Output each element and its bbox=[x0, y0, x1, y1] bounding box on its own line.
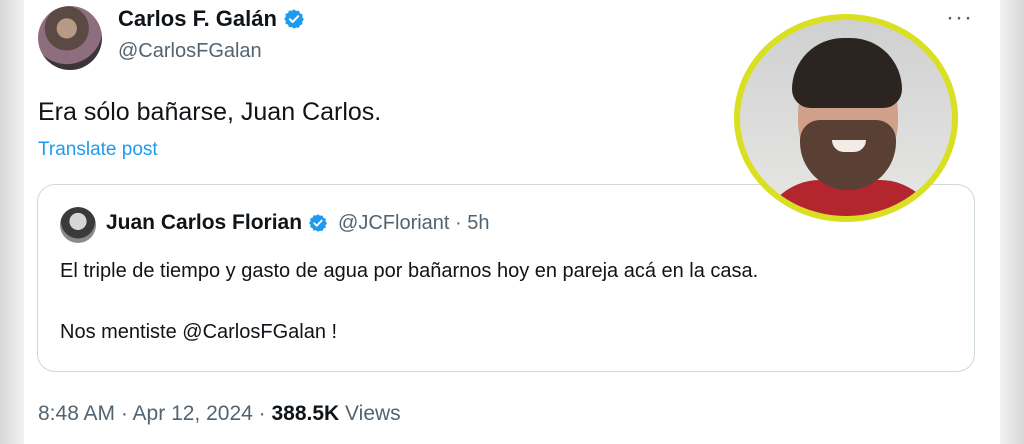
quoted-text-line-1: El triple de tiempo y gasto de agua por … bbox=[60, 260, 759, 282]
quoted-author-avatar[interactable] bbox=[60, 207, 96, 243]
verified-badge-icon bbox=[309, 214, 328, 232]
left-edge bbox=[0, 0, 24, 444]
views-label: Views bbox=[339, 402, 401, 425]
translate-post-link[interactable]: Translate post bbox=[38, 139, 158, 161]
tweet-text: Era sólo bañarse, Juan Carlos. bbox=[38, 98, 382, 126]
verified-badge-icon bbox=[284, 9, 304, 29]
quoted-handle-time: @JCFloriant · 5h bbox=[338, 211, 490, 234]
right-edge bbox=[1000, 0, 1024, 444]
quoted-text-line-2: Nos mentiste @CarlosFGalan ! bbox=[60, 321, 338, 343]
profile-photo bbox=[740, 20, 952, 216]
more-horizontal-icon[interactable]: ··· bbox=[946, 4, 973, 32]
tweet-footer: 8:48 AM · Apr 12, 2024 · 388.5K Views bbox=[38, 402, 401, 426]
author-avatar[interactable] bbox=[38, 6, 102, 70]
author-handle[interactable]: @CarlosFGalan bbox=[118, 40, 262, 63]
author-name-row: Carlos F. Galán bbox=[118, 6, 305, 32]
quoted-header: Juan Carlos Florian @JCFloriant · 5h bbox=[106, 211, 490, 235]
profile-photo-inset bbox=[734, 14, 958, 222]
author-display-name[interactable]: Carlos F. Galán bbox=[118, 6, 277, 32]
views-count: 388.5K bbox=[271, 402, 340, 425]
quoted-author-name[interactable]: Juan Carlos Florian bbox=[106, 211, 302, 235]
tweet-timestamp[interactable]: 8:48 AM · Apr 12, 2024 · bbox=[38, 402, 271, 425]
